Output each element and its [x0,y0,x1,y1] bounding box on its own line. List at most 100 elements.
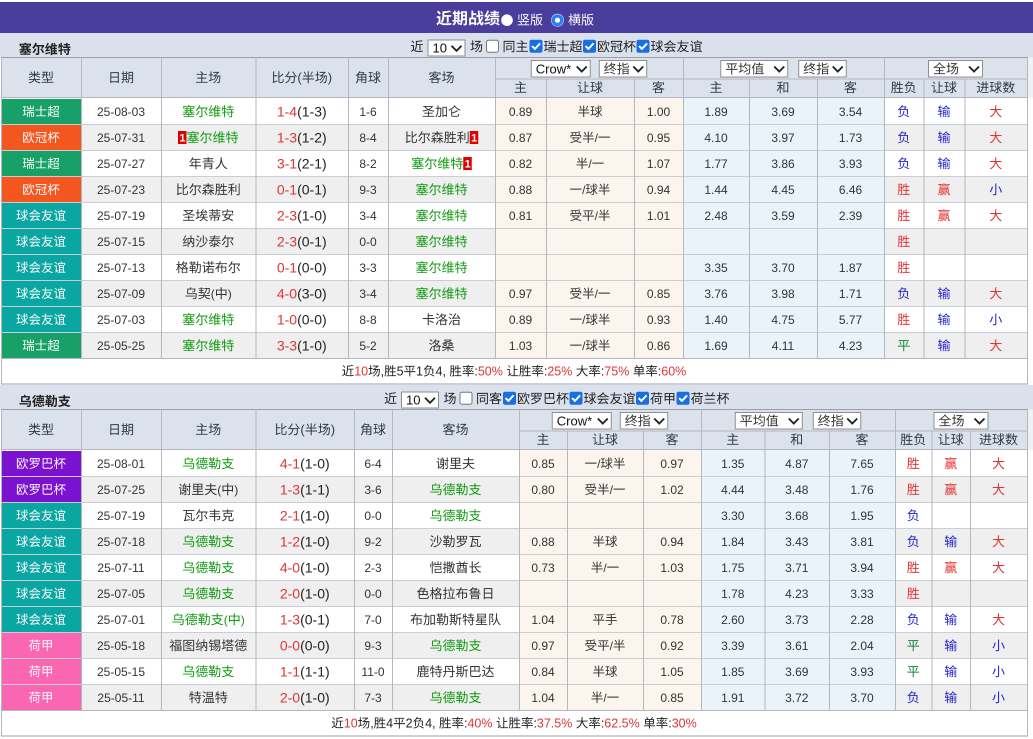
svg-text:(0-0): (0-0) [297,260,327,276]
svg-text:10: 10 [433,41,447,56]
svg-text:10: 10 [406,393,420,408]
svg-text:(1-0): (1-0) [300,560,330,576]
svg-text:0.87: 0.87 [509,131,533,145]
svg-text:Crow*: Crow* [536,61,571,76]
svg-text:4-0: 4-0 [280,560,300,576]
svg-text:0.81: 0.81 [509,209,533,223]
svg-text:1.00: 1.00 [647,105,671,119]
svg-text:25-07-11: 25-07-11 [97,561,144,575]
svg-text:,: , [381,365,384,379]
svg-text:3.97: 3.97 [771,131,795,145]
svg-text:(0-1): (0-1) [297,234,327,250]
svg-text:1.44: 1.44 [704,183,728,197]
svg-text:1-4: 1-4 [277,104,297,120]
svg-text:25-05-11: 25-05-11 [97,691,144,705]
svg-text:(0-0): (0-0) [297,312,327,328]
svg-text:1.03: 1.03 [509,339,533,353]
svg-text:3.94: 3.94 [850,561,874,575]
svg-text:4.23: 4.23 [785,587,809,601]
svg-text:0.97: 0.97 [660,457,684,471]
svg-text:25-07-31: 25-07-31 [97,131,145,145]
svg-text:25-05-15: 25-05-15 [97,665,145,679]
svg-text:3.93: 3.93 [839,157,863,171]
svg-text:1: 1 [465,158,471,170]
svg-text:25-07-01: 25-07-01 [97,613,145,627]
svg-text:(1-3): (1-3) [297,104,327,120]
svg-text:9-3: 9-3 [359,183,377,197]
svg-text:(1-0): (1-0) [300,456,330,472]
svg-text:2.60: 2.60 [721,613,745,627]
svg-text:0.88: 0.88 [531,535,555,549]
svg-text:25-07-19: 25-07-19 [97,509,145,523]
svg-text:0.85: 0.85 [647,287,671,301]
svg-text:(3-0): (3-0) [297,286,327,302]
svg-text:2-3: 2-3 [277,234,297,250]
svg-text:25-08-03: 25-08-03 [97,105,145,119]
svg-text:1: 1 [471,132,477,144]
svg-text:3.43: 3.43 [785,535,809,549]
svg-text:1-2: 1-2 [280,534,300,550]
svg-text:1.87: 1.87 [839,261,863,275]
svg-text:40%: 40% [467,717,492,731]
svg-text:4.23: 4.23 [839,339,863,353]
svg-text:4: 4 [386,717,393,731]
svg-text:4.10: 4.10 [704,131,728,145]
svg-text:3.70: 3.70 [850,691,874,705]
svg-text:2.39: 2.39 [839,209,863,223]
svg-text:5-2: 5-2 [359,339,377,353]
svg-text:0-1: 0-1 [277,260,297,276]
svg-text:60%: 60% [661,365,686,379]
svg-text:0.86: 0.86 [647,339,671,353]
svg-text:0.82: 0.82 [509,157,533,171]
svg-text:1-3: 1-3 [280,482,300,498]
svg-text:1.89: 1.89 [704,105,728,119]
svg-text:(1-0): (1-0) [300,690,330,706]
svg-text:62.5%: 62.5% [604,717,639,731]
svg-text:(1-2): (1-2) [297,130,327,146]
svg-text:3-1: 3-1 [277,156,297,172]
svg-text:0.94: 0.94 [660,535,684,549]
svg-text:3.39: 3.39 [721,639,745,653]
svg-text:9-3: 9-3 [364,639,382,653]
svg-text:7-3: 7-3 [364,691,382,705]
svg-text:25-07-19: 25-07-19 [97,209,145,223]
svg-text:1.85: 1.85 [721,665,745,679]
svg-text:37.5%: 37.5% [537,717,572,731]
svg-text:25-07-03: 25-07-03 [97,313,145,327]
svg-text:2.48: 2.48 [704,209,728,223]
svg-text:(: ( [297,70,302,85]
svg-text:3.48: 3.48 [785,483,809,497]
svg-text:(1-0): (1-0) [297,208,327,224]
svg-text:5: 5 [397,365,404,379]
svg-text:1.35: 1.35 [721,457,745,471]
svg-text:3.33: 3.33 [850,587,874,601]
svg-text:1.05: 1.05 [660,665,684,679]
svg-text:,: , [370,717,373,731]
svg-text:1.03: 1.03 [660,561,684,575]
svg-text:2-3: 2-3 [364,561,382,575]
svg-text:25-07-13: 25-07-13 [97,261,145,275]
svg-text:(1-1): (1-1) [300,482,330,498]
svg-text:25-08-01: 25-08-01 [97,457,145,471]
svg-text:1: 1 [416,365,423,379]
svg-text:3.98: 3.98 [771,287,795,301]
svg-text:25-07-18: 25-07-18 [97,535,145,549]
svg-text:5.77: 5.77 [839,313,863,327]
svg-text:25-07-25: 25-07-25 [97,483,145,497]
svg-text:1.04: 1.04 [531,613,555,627]
svg-text:6-4: 6-4 [364,457,382,471]
svg-text:(: ( [211,287,215,301]
svg-text:25-07-05: 25-07-05 [97,587,145,601]
svg-text:0.88: 0.88 [509,183,533,197]
svg-text:3.76: 3.76 [704,287,728,301]
svg-text:Crow*: Crow* [557,413,592,428]
svg-text:3-4: 3-4 [359,287,377,301]
svg-text:2-1: 2-1 [280,508,300,524]
svg-text:1-1: 1-1 [280,664,300,680]
svg-text:0.85: 0.85 [531,457,555,471]
svg-text:1.69: 1.69 [704,339,728,353]
svg-text:2-3: 2-3 [277,208,297,224]
svg-text:1.91: 1.91 [721,691,745,705]
svg-text:0-0: 0-0 [364,587,382,601]
svg-text:(0-0): (0-0) [300,638,330,654]
